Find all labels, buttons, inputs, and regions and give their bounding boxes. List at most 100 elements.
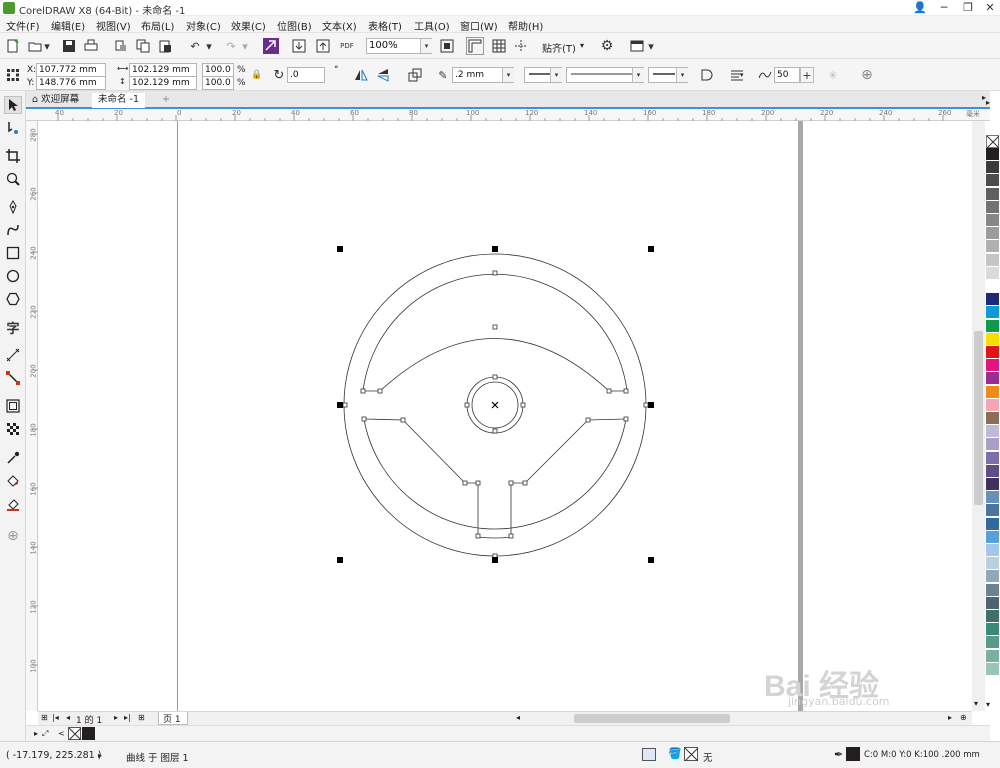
palette-swatch[interactable]: [986, 504, 999, 518]
publish-pdf-icon[interactable]: PDF: [338, 37, 356, 55]
launcher-dropdown-icon[interactable]: ▾: [646, 37, 656, 55]
last-page-icon[interactable]: ▸|: [124, 713, 131, 722]
launch-corel-icon[interactable]: [262, 37, 280, 55]
prev-page-icon[interactable]: ◂: [66, 713, 70, 722]
first-page-icon[interactable]: |◂: [52, 713, 59, 722]
zoom-dropdown-icon[interactable]: ▾: [420, 39, 432, 53]
scale-y-field[interactable]: 100.0: [202, 76, 234, 90]
x-position-field[interactable]: 107.772 mm: [36, 63, 106, 77]
palette-swatch[interactable]: [986, 240, 999, 254]
connector-tool-icon[interactable]: [4, 369, 22, 387]
add-page-before-icon[interactable]: ⊞: [41, 713, 48, 722]
outline-width-dropdown-icon[interactable]: ▾: [502, 68, 514, 82]
h-scroll-left-icon[interactable]: ◂: [516, 713, 520, 722]
menu-edit[interactable]: 编辑(E): [51, 18, 85, 33]
menu-text[interactable]: 文本(X): [322, 18, 357, 33]
mirror-vertical-icon[interactable]: [374, 66, 392, 84]
next-page-icon[interactable]: ▸: [114, 713, 118, 722]
add-page-after-icon[interactable]: ⊞: [138, 713, 145, 722]
page-tab-1[interactable]: 页 1: [158, 712, 188, 725]
tab-welcome[interactable]: ⌂ 欢迎屏幕: [26, 93, 85, 108]
add-tool-icon[interactable]: ⊕: [4, 527, 22, 545]
palette-swatch[interactable]: [986, 636, 999, 650]
palette-swatch[interactable]: [986, 280, 999, 293]
close-curve-icon[interactable]: [698, 66, 716, 84]
cut-icon[interactable]: [112, 37, 130, 55]
start-arrowhead-dropdown-icon[interactable]: ▾: [550, 68, 562, 82]
redo-icon[interactable]: ↷: [222, 37, 240, 55]
palette-swatch[interactable]: [986, 425, 999, 439]
palette-swatch[interactable]: [986, 530, 999, 544]
tab-document[interactable]: 未命名 -1: [92, 93, 145, 108]
object-origin-icon[interactable]: [4, 66, 22, 84]
freehand-tool-icon[interactable]: [4, 198, 22, 216]
vertical-scroll-thumb[interactable]: [974, 331, 983, 505]
h-scroll-right-icon[interactable]: ▸: [948, 713, 952, 722]
palette-swatch[interactable]: [986, 266, 999, 280]
vertical-ruler[interactable]: 280 260 240 220 200 180 160 140 120 100: [26, 121, 38, 711]
palette-swatch[interactable]: [986, 570, 999, 584]
palette-scroll-down-icon[interactable]: ▾: [986, 700, 990, 709]
palette-swatch[interactable]: [986, 544, 999, 557]
palette-swatch[interactable]: [986, 412, 999, 425]
palette-swatch[interactable]: [986, 557, 999, 571]
scroll-down-icon[interactable]: ▾: [974, 699, 978, 708]
menu-window[interactable]: 窗口(W): [460, 18, 498, 33]
horizontal-ruler[interactable]: 40 20 0 20 40 60 80 100 120 140 160 180 …: [26, 109, 990, 121]
line-style-dropdown-icon[interactable]: ▾: [632, 68, 644, 82]
wrap-dropdown-icon[interactable]: ▾: [740, 71, 744, 79]
menu-layout[interactable]: 布局(L): [141, 18, 174, 33]
artistic-media-tool-icon[interactable]: [4, 221, 22, 239]
smoothing-slider-icon[interactable]: +: [800, 67, 814, 83]
zoom-nav-icon[interactable]: ⊕: [960, 713, 967, 722]
import-icon[interactable]: [290, 37, 308, 55]
palette-swatch[interactable]: [986, 385, 999, 399]
palette-swatch[interactable]: [986, 438, 999, 452]
palette-swatch[interactable]: [986, 517, 999, 531]
new-document-icon[interactable]: [4, 37, 22, 55]
menu-bitmaps[interactable]: 位图(B): [277, 18, 312, 33]
palette-swatch[interactable]: [986, 187, 999, 201]
export-icon[interactable]: [314, 37, 332, 55]
palette-swatch[interactable]: [986, 464, 999, 478]
doc-palette-menu-icon[interactable]: ▸: [34, 729, 38, 738]
drawing-canvas[interactable]: Bai 经验 jingyan.baidu.com: [38, 121, 972, 711]
mirror-horizontal-icon[interactable]: [352, 66, 370, 84]
user-profile-icon[interactable]: 👤: [908, 0, 932, 16]
ellipse-tool-icon[interactable]: [4, 267, 22, 285]
palette-swatch[interactable]: [986, 319, 999, 333]
undo-dropdown-icon[interactable]: ▾: [204, 37, 214, 55]
undo-icon[interactable]: ↶: [186, 37, 204, 55]
menu-tools[interactable]: 工具(O): [414, 18, 450, 33]
scale-x-field[interactable]: 100.0: [202, 63, 234, 77]
full-screen-icon[interactable]: [438, 37, 456, 55]
width-field[interactable]: 102.129 mm: [129, 63, 197, 77]
palette-swatch[interactable]: [986, 610, 999, 623]
node-tool-icon[interactable]: ✳: [824, 66, 842, 84]
palette-swatch[interactable]: [986, 649, 999, 663]
show-rulers-icon[interactable]: [466, 37, 484, 55]
lock-ratio-icon[interactable]: 🔒: [248, 66, 266, 84]
pick-tool-icon[interactable]: [4, 96, 22, 114]
parallel-dimension-tool-icon[interactable]: [4, 346, 22, 364]
y-position-field[interactable]: 148.776 mm: [36, 76, 106, 90]
palette-swatch[interactable]: [986, 346, 999, 359]
palette-swatch[interactable]: [986, 478, 999, 491]
horizontal-scroll-thumb[interactable]: [574, 714, 730, 723]
menu-table[interactable]: 表格(T): [368, 18, 402, 33]
menu-effects[interactable]: 效果(C): [231, 18, 266, 33]
palette-swatch[interactable]: [986, 306, 999, 320]
snap-dropdown-icon[interactable]: ▾: [580, 41, 584, 50]
color-proof-icon[interactable]: [642, 748, 656, 761]
polygon-tool-icon[interactable]: [4, 290, 22, 308]
palette-swatch[interactable]: [986, 359, 999, 373]
print-icon[interactable]: [82, 37, 100, 55]
palette-swatch[interactable]: [986, 332, 999, 346]
snap-to-dropdown[interactable]: 贴齐(T): [542, 40, 576, 55]
rectangle-tool-icon[interactable]: [4, 244, 22, 262]
crop-tool-icon[interactable]: [4, 147, 22, 165]
save-icon[interactable]: [60, 37, 78, 55]
status-menu-icon[interactable]: ▸: [98, 751, 102, 760]
copy-icon[interactable]: [134, 37, 152, 55]
palette-swatch[interactable]: [986, 214, 999, 227]
